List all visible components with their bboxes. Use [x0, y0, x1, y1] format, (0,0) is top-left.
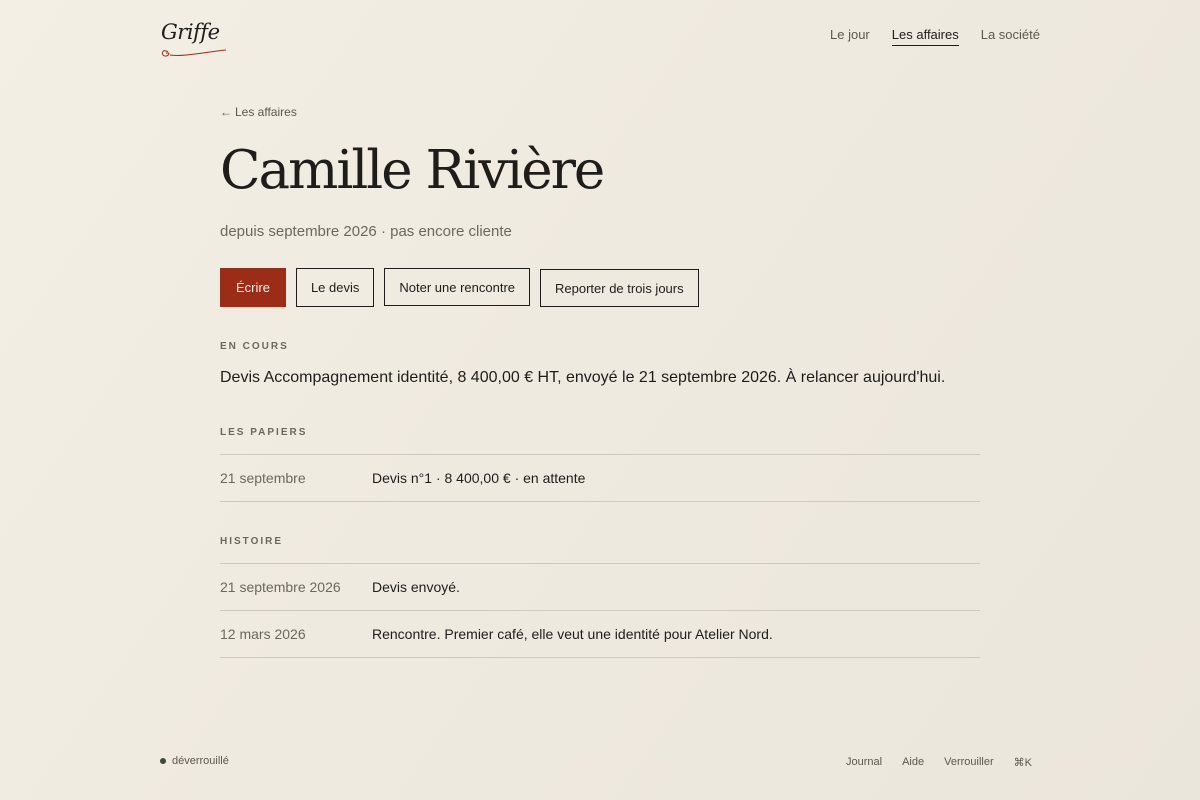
write-button[interactable]: Écrire	[220, 268, 286, 307]
back-link[interactable]: ← Les affaires	[220, 105, 297, 119]
row-description: Devis envoyé.	[372, 579, 460, 595]
list-item: 12 mars 2026 Rencontre. Premier café, el…	[220, 611, 980, 658]
list-item: 21 septembre 2026 Devis envoyé.	[220, 564, 980, 611]
history-list: 21 septembre 2026 Devis envoyé. 12 mars …	[220, 563, 980, 658]
action-bar: Écrire Le devis Noter une rencontre Repo…	[220, 268, 699, 307]
footer-help-link[interactable]: Aide	[902, 756, 924, 769]
status-dot-icon	[160, 758, 166, 764]
footer-lock-link[interactable]: Verrouiller	[944, 756, 994, 769]
footer-links: Journal Aide Verrouiller ⌘K	[846, 756, 1032, 769]
quote-button[interactable]: Le devis	[295, 268, 375, 307]
nav-les-affaires[interactable]: Les affaires	[891, 27, 959, 46]
top-nav: Le jour Les affaires La société	[830, 27, 1040, 46]
row-date: 12 mars 2026	[220, 626, 306, 642]
papers-list: 21 septembre Devis n°1 · 8 400,00 € · en…	[220, 454, 980, 502]
section-label-papiers: LES PAPIERS	[220, 427, 308, 438]
command-palette-shortcut[interactable]: ⌘K	[1014, 756, 1032, 769]
logo-text: Griffe	[161, 20, 220, 44]
logo[interactable]: Griffe	[161, 20, 227, 57]
section-label-histoire: HISTOIRE	[220, 536, 284, 547]
section-label-en-cours: EN COURS	[220, 341, 289, 352]
page-subtitle: depuis septembre 2026 · pas encore clien…	[220, 223, 512, 240]
footer-journal-link[interactable]: Journal	[846, 756, 882, 769]
current-status-text: Devis Accompagnement identité, 8 400,00 …	[220, 369, 946, 386]
row-description: Rencontre. Premier café, elle veut une i…	[372, 626, 773, 642]
logo-flourish-icon	[161, 49, 227, 57]
row-description: Devis n°1 · 8 400,00 € · en attente	[372, 470, 586, 486]
list-item[interactable]: 21 septembre Devis n°1 · 8 400,00 € · en…	[220, 455, 980, 502]
nav-le-jour[interactable]: Le jour	[830, 27, 870, 46]
lock-status-label: déverrouillé	[172, 755, 229, 767]
row-date: 21 septembre	[220, 470, 306, 486]
row-date: 21 septembre 2026	[220, 579, 341, 595]
arrow-left-icon: ←	[220, 105, 232, 119]
lock-status: déverrouillé	[160, 755, 229, 767]
back-link-label: Les affaires	[235, 105, 297, 119]
postpone-button[interactable]: Reporter de trois jours	[540, 269, 699, 307]
page-title: Camille Rivière	[220, 140, 605, 201]
note-meeting-button[interactable]: Noter une rencontre	[384, 268, 530, 306]
nav-la-societe[interactable]: La société	[981, 27, 1040, 46]
